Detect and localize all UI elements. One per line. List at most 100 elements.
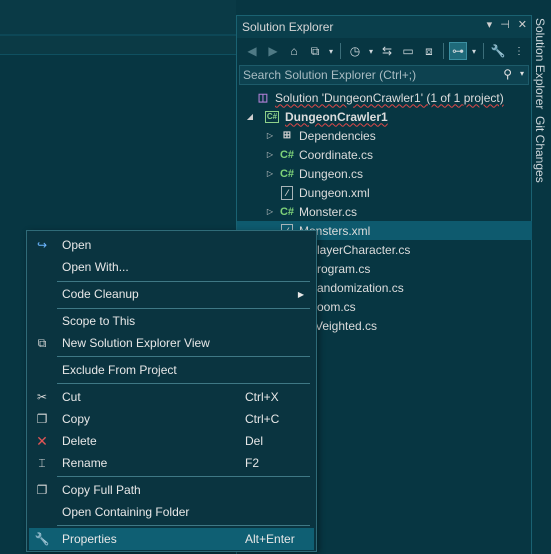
search-box[interactable]: ⚲ ▾ [239, 65, 529, 85]
menu-item-label: Copy Full Path [62, 483, 141, 497]
switch-views-icon[interactable]: ⧉ [306, 42, 324, 60]
window-position-dropdown-icon[interactable]: ▾ [487, 18, 493, 31]
menu-item-label: Scope to This [62, 314, 136, 328]
menu-item-label: Open With... [62, 260, 129, 274]
menu-separator [57, 356, 310, 357]
tree-item-project[interactable]: ◢ C# DungeonCrawler1 [237, 107, 539, 126]
tree-item-label: Dependencies [299, 128, 376, 143]
menu-item-label: Cut [62, 390, 81, 404]
toolbar-separator [443, 43, 444, 59]
menu-item-code-cleanup[interactable]: Code Cleanup ▶ [29, 283, 314, 305]
toolbar-separator [483, 43, 484, 59]
menu-item-delete[interactable]: ✕ Delete Del [29, 430, 314, 452]
tree-item-label: Dungeon.xml [299, 185, 370, 200]
menu-item-open-with[interactable]: Open With... [29, 256, 314, 278]
menu-item-properties[interactable]: 🔧 Properties Alt+Enter [29, 528, 314, 550]
menu-separator [57, 281, 310, 282]
menu-item-label: Open [62, 238, 92, 252]
tree-item-label: Monster.cs [299, 204, 358, 219]
home-icon[interactable]: ⌂ [285, 42, 303, 60]
menu-item-shortcut: Del [245, 434, 264, 448]
delete-x-icon: ✕ [36, 432, 48, 449]
tree-item-label: Coordinate.cs [299, 147, 374, 162]
properties-wrench-icon[interactable]: 🔧 [489, 42, 507, 60]
pending-changes-filter-icon[interactable]: ◷ [346, 42, 364, 60]
more-icon[interactable]: ⋮ [510, 42, 528, 60]
search-input[interactable] [243, 67, 493, 83]
menu-item-label: Delete [62, 434, 97, 448]
new-view-icon: ⧉ [37, 335, 47, 350]
copy-icon: ❐ [36, 412, 48, 426]
copy-path-icon: ❐ [36, 483, 48, 497]
expand-arrow-icon[interactable]: ▷ [265, 169, 275, 178]
menu-item-copy[interactable]: ❐ Copy Ctrl+C [29, 408, 314, 430]
tree-item-dependencies[interactable]: ▷ ⊞ Dependencies [237, 126, 551, 145]
tab-git-changes[interactable]: Git Changes [533, 116, 547, 183]
expand-arrow-icon[interactable]: ▷ [265, 207, 275, 216]
tree-item-label: rogram.cs [317, 261, 371, 276]
auto-hide-pin-icon[interactable]: ⊣ [500, 18, 510, 31]
menu-item-open[interactable]: ↪ Open [29, 234, 314, 256]
dependencies-icon: ⊞ [282, 130, 292, 141]
rename-icon: ⌶ [38, 455, 46, 470]
menu-item-new-solution-explorer-view[interactable]: ⧉ New Solution Explorer View [29, 332, 314, 354]
menu-item-open-containing-folder[interactable]: Open Containing Folder [29, 501, 314, 523]
filter-dropdown-icon[interactable]: ▾ [367, 42, 375, 60]
tab-solution-explorer[interactable]: Solution Explorer [533, 18, 547, 109]
search-options-dropdown-icon[interactable]: ▾ [520, 69, 524, 78]
show-all-files-icon[interactable]: ⊶ [449, 42, 467, 60]
menu-item-label: New Solution Explorer View [62, 336, 210, 350]
search-icon[interactable]: ⚲ [503, 67, 512, 81]
tree-item-file[interactable]: ▷ C# Dungeon.cs [237, 164, 551, 183]
tree-item-label: Dungeon.cs [299, 166, 364, 181]
menu-item-label: Open Containing Folder [62, 505, 190, 519]
wrench-icon: 🔧 [34, 532, 50, 546]
editor-document-strip [0, 36, 236, 55]
collapse-all-icon[interactable]: ⧈ [420, 42, 438, 60]
tree-item-solution[interactable]: ◫ Solution 'DungeonCrawler1' (1 of 1 pro… [237, 88, 539, 107]
expand-arrow-icon[interactable]: ▷ [265, 131, 275, 140]
tree-item-file[interactable]: ▷ C# Coordinate.cs [237, 145, 551, 164]
csharp-file-icon: C# [279, 205, 295, 218]
menu-item-label: Code Cleanup [62, 287, 139, 301]
menu-item-shortcut: Ctrl+X [245, 390, 279, 404]
expand-arrow-icon[interactable]: ▷ [265, 150, 275, 159]
side-tab-strip: Solution Explorer Git Changes [532, 15, 551, 554]
tree-item-label: DungeonCrawler1 [285, 109, 388, 124]
menu-item-rename[interactable]: ⌶ Rename F2 [29, 452, 314, 474]
context-menu: ↪ Open Open With... Code Cleanup ▶ Scope… [26, 230, 317, 552]
collapse-arrow-icon[interactable]: ◢ [245, 112, 255, 121]
forward-icon[interactable]: ▶ [264, 42, 282, 60]
menu-separator [57, 525, 310, 526]
editor-tab-strip [0, 0, 236, 36]
submenu-arrow-icon: ▶ [297, 289, 304, 299]
solution-explorer-titlebar: Solution Explorer ▾ ⊣ ✕ [237, 16, 531, 38]
csharp-file-icon: C# [279, 167, 295, 180]
xml-file-icon: ⁄ [281, 185, 293, 200]
csharp-file-icon: C# [279, 148, 295, 161]
tree-item-label: oom.cs [317, 299, 356, 314]
solution-explorer-toolbar: ◀ ▶ ⌂ ⧉ ▾ ◷ ▾ ⇆ ▭ ⧈ ⊶ ▾ 🔧 ⋮ [237, 38, 531, 64]
views-dropdown-icon[interactable]: ▾ [327, 42, 335, 60]
show-all-files-dropdown-icon[interactable]: ▾ [470, 42, 478, 60]
menu-item-scope-to-this[interactable]: Scope to This [29, 310, 314, 332]
menu-separator [57, 308, 310, 309]
sync-with-active-document-icon[interactable]: ⇆ [378, 42, 396, 60]
close-icon[interactable]: ✕ [518, 18, 527, 31]
refresh-icon[interactable]: ▭ [399, 42, 417, 60]
open-arrow-icon: ↪ [36, 238, 48, 252]
tree-item-label: Veighted.cs [315, 318, 378, 333]
solution-icon: ◫ [257, 92, 269, 104]
menu-item-label: Copy [62, 412, 91, 426]
tree-item-file[interactable]: ▷ C# Monster.cs [237, 202, 551, 221]
menu-item-copy-full-path[interactable]: ❐ Copy Full Path [29, 479, 314, 501]
csharp-project-icon: C# [265, 110, 279, 123]
menu-item-label: Rename [62, 456, 108, 470]
scissors-icon: ✂ [36, 390, 48, 404]
tree-item-file[interactable]: ⁄ Dungeon.xml [237, 183, 551, 202]
menu-item-shortcut: Ctrl+C [245, 412, 280, 426]
menu-item-exclude-from-project[interactable]: Exclude From Project [29, 359, 314, 381]
back-icon[interactable]: ◀ [243, 42, 261, 60]
menu-item-cut[interactable]: ✂ Cut Ctrl+X [29, 386, 314, 408]
menu-item-shortcut: F2 [245, 456, 260, 470]
